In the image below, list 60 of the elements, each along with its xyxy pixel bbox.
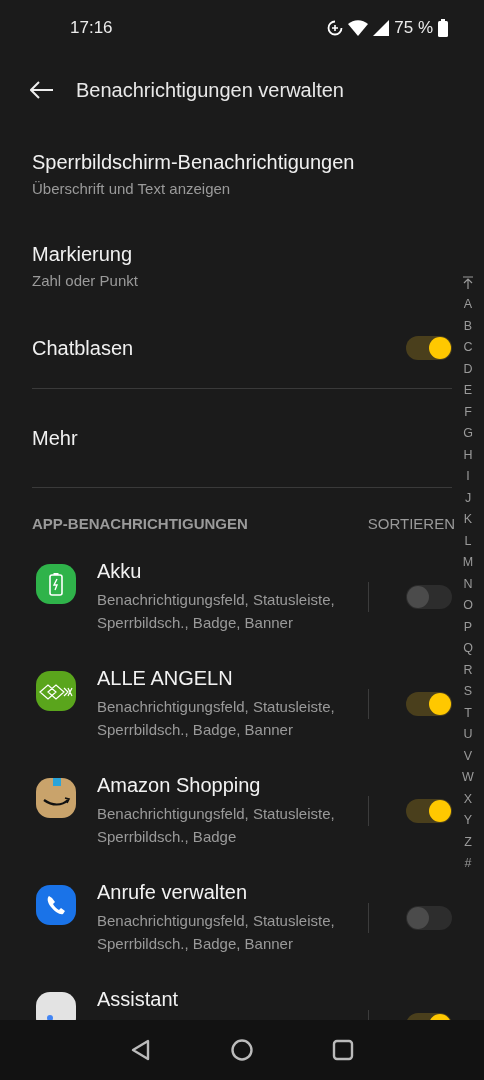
- setting-title[interactable]: Markierung: [32, 243, 452, 266]
- index-letter[interactable]: Y: [463, 810, 473, 832]
- setting-value: Überschrift und Text anzeigen: [32, 180, 232, 197]
- battery-percent: 75 %: [394, 18, 433, 38]
- index-letter[interactable]: I: [466, 466, 470, 488]
- index-letter[interactable]: #: [464, 853, 472, 875]
- index-letter[interactable]: C: [463, 337, 473, 359]
- index-letter[interactable]: X: [463, 788, 473, 810]
- index-letter[interactable]: J: [464, 487, 472, 509]
- index-letter[interactable]: U: [463, 724, 473, 746]
- app-name[interactable]: Amazon Shopping: [97, 774, 358, 797]
- app-name[interactable]: Anrufe verwalten: [97, 881, 358, 904]
- toggle-switch[interactable]: [406, 585, 452, 609]
- index-letter[interactable]: P: [463, 616, 473, 638]
- app-name[interactable]: Assistant: [97, 988, 358, 1011]
- app-notification-types: Benachrichtigungsfeld, Statusleiste, Sperrbildsch., Badge, Banner: [97, 911, 336, 954]
- app-name[interactable]: Akku: [97, 560, 358, 583]
- index-letter[interactable]: R: [463, 659, 473, 681]
- toggle-switch[interactable]: [406, 799, 452, 823]
- index-letter[interactable]: T: [464, 702, 472, 724]
- wifi-icon: [348, 20, 369, 36]
- index-letter[interactable]: Q: [463, 638, 473, 660]
- page-title: Benachrichtigungen verwalten: [76, 78, 344, 102]
- index-letter[interactable]: O: [463, 595, 473, 617]
- app-notification-types: Benachrichtigungsfeld, Statusleiste, Sperrbildsch., Badge: [97, 804, 336, 847]
- scroll-to-top-icon[interactable]: [462, 276, 474, 290]
- index-letter[interactable]: H: [463, 444, 473, 466]
- index-letter[interactable]: W: [462, 767, 474, 789]
- toggle-switch[interactable]: [406, 692, 452, 716]
- data-saver-icon: [327, 20, 344, 36]
- index-letter[interactable]: E: [463, 380, 473, 402]
- back-arrow-icon[interactable]: [30, 81, 54, 99]
- index-letter[interactable]: S: [463, 681, 473, 703]
- recents-icon[interactable]: [331, 1038, 356, 1062]
- index-letter[interactable]: F: [464, 401, 472, 423]
- index-letter[interactable]: N: [463, 573, 473, 595]
- signal-icon: [373, 20, 390, 36]
- toggle-switch[interactable]: [406, 906, 452, 930]
- status-time: 17:16: [70, 18, 114, 38]
- index-letter[interactable]: B: [463, 315, 473, 337]
- setting-title[interactable]: Mehr: [32, 426, 452, 450]
- index-letter[interactable]: M: [462, 552, 474, 574]
- sort-button[interactable]: SORTIEREN: [367, 514, 455, 532]
- app-name[interactable]: ALLE ANGELN: [97, 667, 358, 690]
- index-letter[interactable]: D: [463, 358, 473, 380]
- index-letter[interactable]: L: [464, 530, 472, 552]
- battery-icon: [438, 19, 448, 37]
- app-notification-types: Benachrichtigungsfeld, Statusleiste, Sperrbildsch., Badge, Banner: [97, 590, 336, 633]
- index-letter[interactable]: V: [463, 745, 473, 767]
- setting-value: Zahl oder Punkt: [32, 272, 139, 289]
- setting-title[interactable]: Chatblasen: [32, 336, 406, 360]
- app-notification-types: Benachrichtigungsfeld, Statusleiste, Sperrbildsch., Badge, Banner: [97, 697, 336, 740]
- section-title: APP-BENACHRICHTIGUNGEN: [32, 514, 248, 532]
- index-letter[interactable]: A: [463, 294, 473, 316]
- index-letter[interactable]: Z: [464, 831, 472, 853]
- home-icon[interactable]: [230, 1038, 254, 1062]
- index-letter[interactable]: K: [463, 509, 473, 531]
- index-letter[interactable]: G: [463, 423, 473, 445]
- setting-title[interactable]: Sperrbildschirm-Benachrichtigungen: [32, 151, 452, 174]
- toggle-switch[interactable]: [406, 336, 452, 360]
